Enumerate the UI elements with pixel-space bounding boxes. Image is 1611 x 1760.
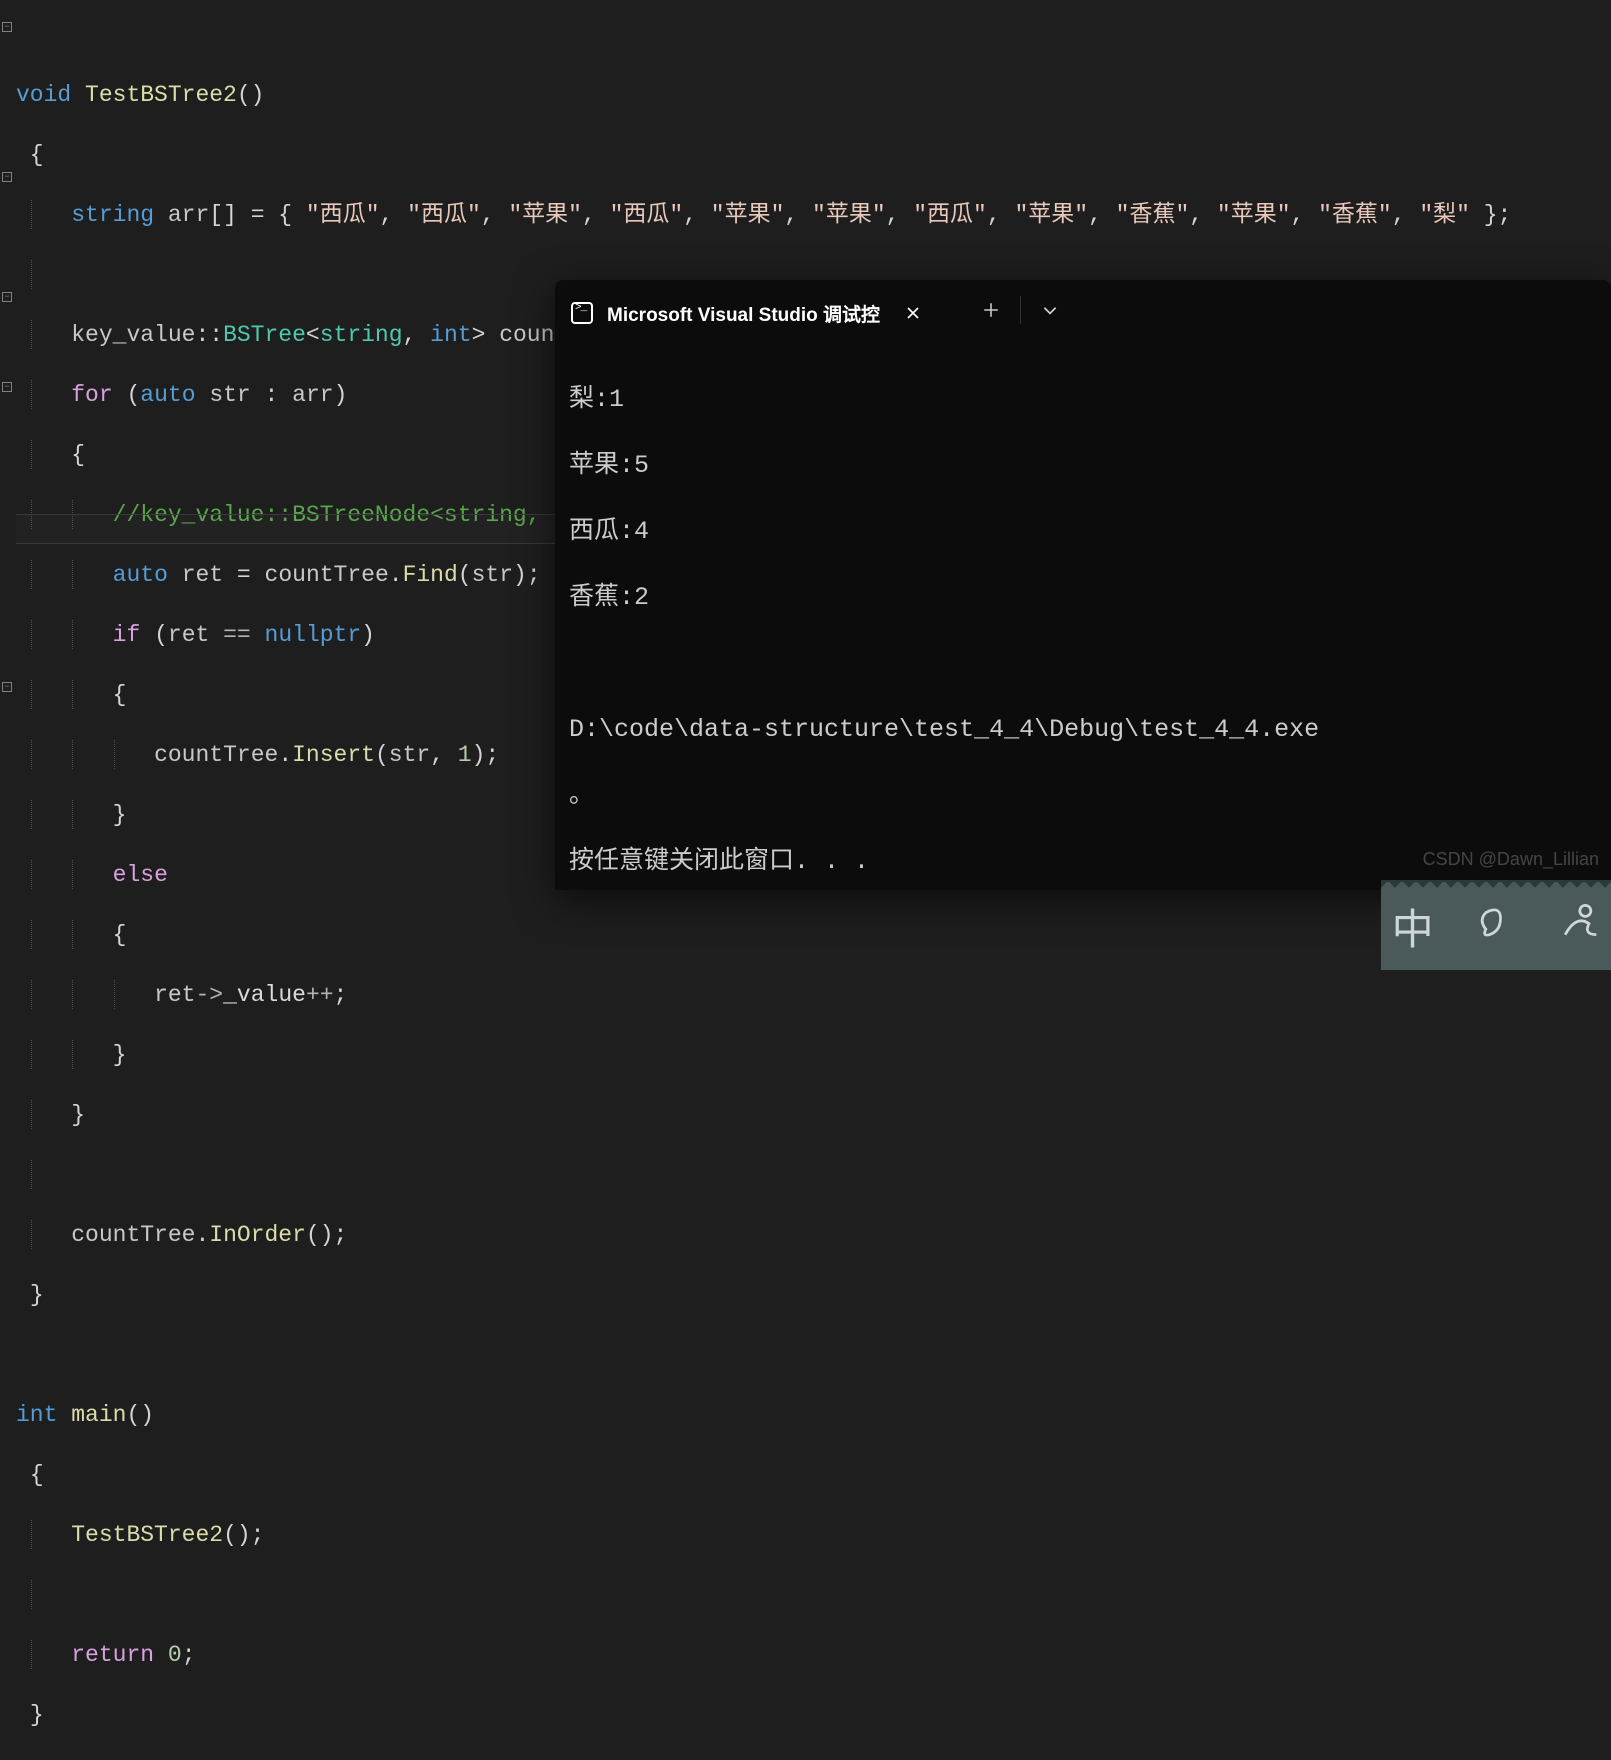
separator (1020, 296, 1021, 324)
code-line: countTree.InOrder(); (0, 1220, 1611, 1250)
watermark: CSDN @Dawn_Lillian (1423, 849, 1599, 870)
terminal-window[interactable]: Microsoft Visual Studio 调试控 梨:1 苹果:5 西瓜:… (555, 280, 1611, 890)
code-line (0, 1160, 1611, 1190)
code-line: { (0, 140, 1611, 170)
fold-icon[interactable]: − (2, 292, 12, 302)
terminal-tab[interactable]: Microsoft Visual Studio 调试控 (555, 286, 940, 340)
terminal-tab-title: Microsoft Visual Studio 调试控 (607, 300, 880, 327)
code-line (0, 1340, 1611, 1370)
fold-icon[interactable]: − (2, 382, 12, 392)
titlebar-actions (964, 280, 1077, 340)
terminal-titlebar[interactable]: Microsoft Visual Studio 调试控 (555, 280, 1611, 340)
ime-language-indicator[interactable]: 中 (1392, 896, 1434, 957)
output-path: D:\code\data-structure\test_4_4\Debug\te… (569, 713, 1597, 746)
code-line: } (0, 1700, 1611, 1730)
code-line: } (0, 1100, 1611, 1130)
fold-icon[interactable]: − (2, 172, 12, 182)
code-line: string arr[] = { "西瓜", "西瓜", "苹果", "西瓜",… (0, 200, 1611, 230)
code-line: { (0, 920, 1611, 950)
code-824travel: return 0; (0, 1640, 1611, 1670)
code-line: } (0, 1280, 1611, 1310)
code-line: { (0, 1460, 1611, 1490)
output-line: 。 (569, 779, 1597, 812)
new-tab-button[interactable] (964, 285, 1018, 335)
ime-bar[interactable]: 中 (1381, 880, 1611, 970)
code-line (0, 1580, 1611, 1610)
tab-dropdown-button[interactable] (1023, 285, 1077, 335)
output-line: 香蕉:2 (569, 581, 1597, 614)
code-line: } (0, 1040, 1611, 1070)
ime-person-icon[interactable] (1556, 898, 1600, 955)
code-line: void TestBSTree2() (0, 80, 1611, 110)
fold-gutter: − − − − − (0, 0, 16, 970)
code-line: int main() (0, 1400, 1611, 1430)
output-line: 西瓜:4 (569, 515, 1597, 548)
code-line: ret->_value++; (0, 980, 1611, 1010)
terminal-icon (571, 302, 593, 324)
code-line: TestBSTree2(); (0, 1520, 1611, 1550)
fold-icon[interactable]: − (2, 22, 12, 32)
output-line: 梨:1 (569, 383, 1597, 416)
tab-close-button[interactable] (902, 302, 924, 324)
terminal-output[interactable]: 梨:1 苹果:5 西瓜:4 香蕉:2 D:\code\data-structur… (555, 340, 1611, 890)
ime-punctuation-icon[interactable] (1473, 898, 1517, 955)
fold-icon[interactable]: − (2, 682, 12, 692)
output-line: 苹果:5 (569, 449, 1597, 482)
